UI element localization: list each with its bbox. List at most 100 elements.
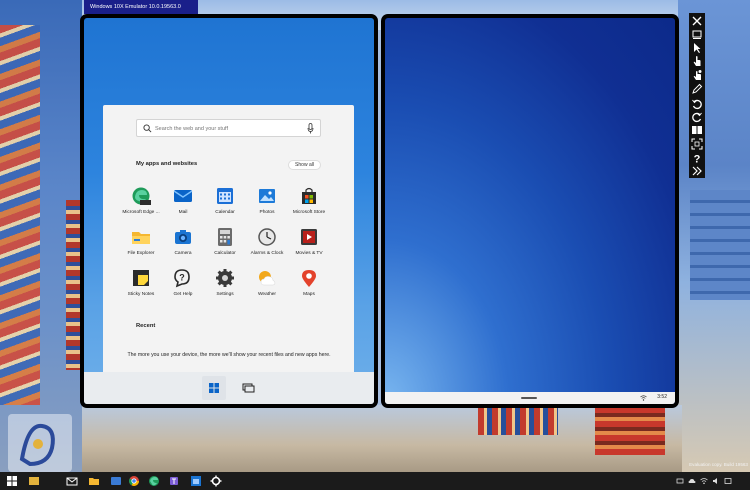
- show-all-button[interactable]: Show all: [288, 160, 321, 170]
- app-label: Weather: [257, 292, 277, 297]
- weather-icon: [257, 268, 277, 288]
- search-box[interactable]: [136, 119, 321, 137]
- device-status-bar: 3:52: [385, 392, 675, 404]
- minimize-icon[interactable]: [691, 28, 703, 40]
- windows-logo-icon: [209, 383, 219, 393]
- mail-icon[interactable]: [66, 475, 78, 487]
- camera-icon: [173, 227, 193, 247]
- calendar-icon: [215, 186, 235, 206]
- maps-icon: [299, 268, 319, 288]
- touch-icon[interactable]: [691, 55, 703, 67]
- task-view-icon: [242, 383, 255, 393]
- edge-icon[interactable]: [148, 475, 160, 487]
- wallpaper-street: [82, 405, 682, 472]
- app-label: Microsoft Store: [292, 210, 326, 215]
- emulator-toolbar: ?: [689, 13, 705, 178]
- app-label: Camera: [174, 251, 192, 256]
- start-icon[interactable]: [6, 475, 18, 487]
- teams-icon[interactable]: [168, 475, 180, 487]
- app-tile-alarms[interactable]: Alarms & Clock: [246, 227, 288, 256]
- app-tile-settings[interactable]: Settings: [204, 268, 246, 297]
- app-tile-mail[interactable]: Mail: [162, 186, 204, 215]
- more-icon[interactable]: [691, 165, 703, 177]
- cloud-icon[interactable]: [688, 477, 696, 485]
- edge-dev-icon: [131, 186, 151, 206]
- svg-text:?: ?: [694, 154, 701, 165]
- pointer-icon[interactable]: [691, 42, 703, 54]
- app-tile-photos[interactable]: Photos: [246, 186, 288, 215]
- cloud-icon[interactable]: [110, 475, 122, 487]
- app-label: Maps: [303, 292, 315, 297]
- store-icon[interactable]: [190, 475, 202, 487]
- multi-touch-icon[interactable]: [691, 69, 703, 81]
- app-tile-store[interactable]: Microsoft Store: [288, 186, 330, 215]
- windows-taskbar: [0, 472, 750, 490]
- network-icon[interactable]: [676, 477, 684, 485]
- app-label: Alarms & Clock: [250, 251, 284, 256]
- sticky-notes-icon: [131, 268, 151, 288]
- wifi-icon[interactable]: [700, 477, 708, 485]
- app-tile-maps[interactable]: Maps: [288, 268, 330, 297]
- posture-icon[interactable]: [691, 124, 703, 136]
- close-icon[interactable]: [691, 15, 703, 27]
- app-tile-get-help[interactable]: ? Get Help: [162, 268, 204, 297]
- settings-icon[interactable]: [210, 475, 222, 487]
- right-screen: 3:52: [381, 14, 679, 408]
- start-panel: My apps and websites Show all Microsoft …: [103, 105, 354, 377]
- microphone-icon[interactable]: [307, 123, 314, 134]
- task-view-button[interactable]: [236, 376, 260, 400]
- app-tile-calendar[interactable]: Calendar: [204, 186, 246, 215]
- apps-section-title: My apps and websites: [136, 161, 198, 167]
- app-label: Mail: [178, 210, 188, 215]
- fit-screen-icon[interactable]: [691, 138, 703, 150]
- clock-text: 3:52: [657, 394, 667, 400]
- notification-icon[interactable]: [724, 477, 732, 485]
- app-tile-camera[interactable]: Camera: [162, 227, 204, 256]
- app-tile-sticky-notes[interactable]: Sticky Notes: [120, 268, 162, 297]
- app-label: Photos: [259, 210, 275, 215]
- app-label: Sticky Notes: [127, 292, 155, 297]
- rotate-right-icon[interactable]: [691, 111, 703, 123]
- app-tile-edge[interactable]: Microsoft Edge ...: [120, 186, 162, 215]
- movies-icon: [299, 227, 319, 247]
- search-icon[interactable]: [28, 475, 40, 487]
- watermark-logo: [8, 414, 72, 472]
- calculator-icon: [215, 227, 235, 247]
- app-label: Microsoft Edge ...: [122, 210, 160, 215]
- app-label: Calendar: [215, 210, 235, 215]
- left-screen: My apps and websites Show all Microsoft …: [80, 14, 378, 408]
- volume-icon[interactable]: [712, 477, 720, 485]
- wallpaper-rug: [0, 25, 40, 405]
- help-icon: ?: [173, 268, 193, 288]
- gesture-handle[interactable]: [521, 397, 537, 399]
- pen-icon[interactable]: [691, 83, 703, 95]
- evaluation-watermark: Evaluation copy. Build 19563: [689, 462, 748, 467]
- app-tile-weather[interactable]: Weather: [246, 268, 288, 297]
- start-button[interactable]: [202, 376, 226, 400]
- search-input[interactable]: [155, 122, 305, 135]
- svg-text:?: ?: [179, 273, 185, 283]
- rotate-left-icon[interactable]: [691, 98, 703, 110]
- wifi-icon: [640, 395, 647, 401]
- folder-icon[interactable]: [88, 475, 100, 487]
- wallpaper-stairs: [690, 190, 750, 300]
- wallpaper-rug-2: [66, 200, 80, 370]
- app-tile-movies[interactable]: Movies & TV: [288, 227, 330, 256]
- clock-icon: [257, 227, 277, 247]
- app-label: File Explorer: [127, 251, 155, 256]
- recent-section-title: Recent: [136, 323, 156, 329]
- app-label: Movies & TV: [295, 251, 323, 256]
- help-icon[interactable]: ?: [691, 152, 703, 165]
- photos-icon: [257, 186, 277, 206]
- settings-icon: [215, 268, 235, 288]
- search-icon: [143, 124, 152, 133]
- emulator-title: Windows 10X Emulator 10.0.19563.0 (Previ…: [84, 0, 198, 24]
- chrome-icon[interactable]: [128, 475, 140, 487]
- app-tile-file-explorer[interactable]: File Explorer: [120, 227, 162, 256]
- app-tile-calculator[interactable]: Calculator: [204, 227, 246, 256]
- wallpaper-rug-3: [478, 405, 558, 435]
- wallpaper-rug-4: [595, 405, 665, 455]
- device-taskbar: [84, 372, 374, 404]
- store-icon: [299, 186, 319, 206]
- app-label: Calculator: [214, 251, 236, 256]
